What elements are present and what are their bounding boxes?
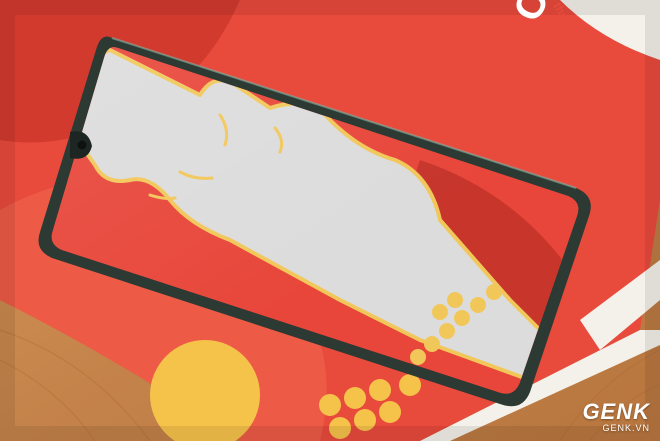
photo-scene [0,0,660,441]
front-camera [77,140,87,150]
genk-watermark: GENK GENK.VN [582,401,650,433]
watermark-domain: GENK.VN [602,423,650,433]
watermark-brand: GENK [582,399,650,424]
